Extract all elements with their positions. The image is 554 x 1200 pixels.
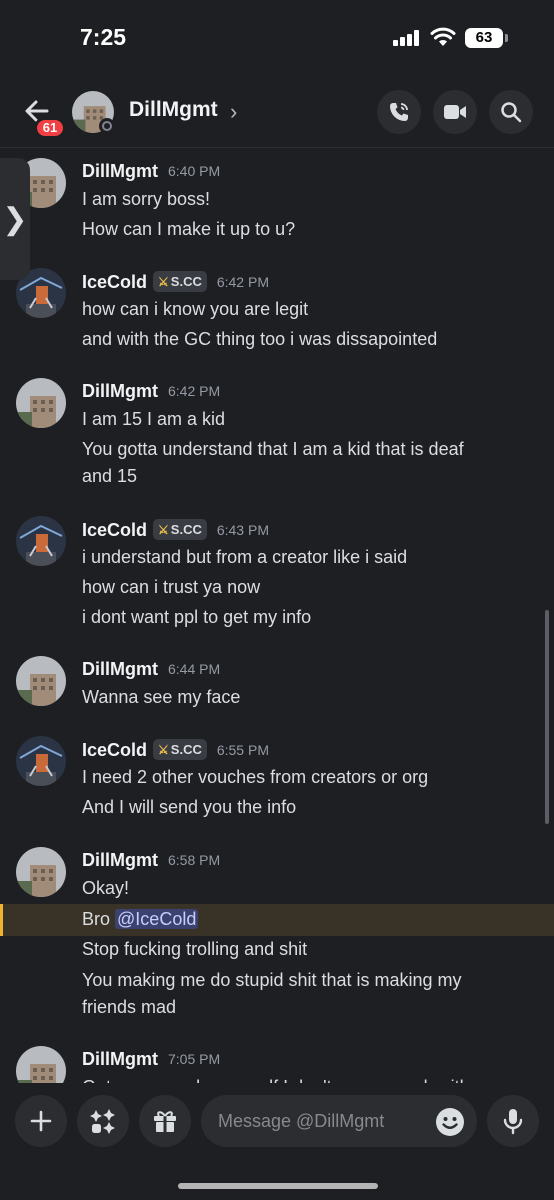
message-header: IceCold ⚔ S.CC 6:42 PM	[82, 271, 269, 293]
sword-icon: ⚔	[158, 743, 169, 757]
message-header: DillMgmt 6:58 PM	[82, 850, 220, 871]
author-name[interactable]: DillMgmt	[82, 381, 158, 401]
sword-icon: ⚔	[158, 275, 169, 289]
chat-header: 61 DillMgmt ›	[0, 76, 554, 148]
message-timestamp: 6:42 PM	[168, 383, 221, 399]
wifi-icon	[430, 27, 456, 46]
author-name[interactable]: IceCold	[82, 272, 147, 292]
video-call-button[interactable]	[433, 90, 477, 134]
server-tag[interactable]: ⚔ S.CC	[153, 271, 207, 292]
emoji-icon[interactable]	[435, 1107, 465, 1137]
drawer-handle[interactable]: ❯	[0, 158, 30, 280]
message-header: DillMgmt 6:44 PM	[82, 659, 220, 680]
apps-button[interactable]	[77, 1095, 129, 1147]
message-text: i dont want ppl to get my info	[82, 607, 312, 627]
voice-message-button[interactable]	[487, 1095, 539, 1147]
message-header: IceCold ⚔ S.CC 6:43 PM	[82, 519, 269, 541]
message-text: How can I make it up to u?	[82, 219, 296, 239]
avatar[interactable]	[16, 516, 66, 566]
message-text: how can i know you are legit	[82, 299, 309, 319]
apps-icon	[90, 1109, 115, 1134]
author-name[interactable]: IceCold	[82, 520, 147, 540]
channel-name[interactable]: DillMgmt	[129, 98, 218, 122]
message-text: and with the GC thing too i was dissapoi…	[82, 329, 438, 349]
message-timestamp: 6:43 PM	[216, 522, 269, 538]
server-tag-label: S.CC	[170, 742, 202, 757]
author-name[interactable]: IceCold	[82, 740, 147, 760]
message-header: IceCold ⚔ S.CC 6:55 PM	[82, 739, 269, 761]
message-text: and 15	[82, 466, 138, 486]
microphone-icon	[503, 1109, 523, 1135]
video-icon	[444, 105, 466, 119]
battery-tip	[505, 34, 508, 42]
avatar[interactable]	[16, 1046, 66, 1083]
message-text: Okay!	[82, 878, 130, 898]
message-timestamp: 6:55 PM	[216, 742, 269, 758]
message-timestamp: 6:42 PM	[216, 274, 269, 290]
message-text: I need 2 other vouches from creators or …	[82, 767, 429, 787]
status-time: 7:25	[80, 24, 127, 50]
author-name[interactable]: DillMgmt	[82, 1049, 158, 1069]
user-mention[interactable]: @IceCold	[115, 909, 199, 929]
message-text: I am sorry boss!	[82, 189, 211, 209]
offline-status-indicator	[99, 118, 115, 134]
home-indicator[interactable]	[178, 1183, 378, 1189]
avatar[interactable]	[16, 847, 66, 897]
avatar[interactable]	[16, 378, 66, 428]
author-name[interactable]: DillMgmt	[82, 659, 158, 679]
avatar[interactable]	[16, 736, 66, 786]
message-text: Get your people yourself I don't wanna w…	[82, 1074, 522, 1083]
server-tag[interactable]: ⚔ S.CC	[153, 739, 207, 760]
message-timestamp: 6:40 PM	[168, 163, 221, 179]
message-text: Bro @IceCold	[82, 906, 522, 933]
plus-icon	[30, 1110, 52, 1132]
server-tag-label: S.CC	[170, 274, 202, 289]
message-text: Stop fucking trolling and shit	[82, 939, 308, 959]
server-tag[interactable]: ⚔ S.CC	[153, 519, 207, 540]
message-text-prefix: Bro	[82, 909, 111, 929]
message-text: Wanna see my face	[82, 687, 241, 707]
gift-icon	[154, 1111, 176, 1132]
message-timestamp: 6:58 PM	[168, 852, 221, 868]
search-button[interactable]	[489, 90, 533, 134]
phone-icon	[390, 103, 408, 121]
message-timestamp: 6:44 PM	[168, 661, 221, 677]
message-text: i understand but from a creator like i s…	[82, 547, 408, 567]
cell-signal-icon	[393, 30, 421, 46]
message-text: I am 15 I am a kid	[82, 409, 226, 429]
scrollbar[interactable]	[545, 610, 549, 824]
unread-count-badge: 61	[34, 117, 66, 139]
message-composer: Message @DillMgmt	[0, 1083, 554, 1200]
message-list[interactable]: DillMgmt 6:40 PM I am sorry boss! How can…	[0, 149, 554, 1083]
attach-button[interactable]	[15, 1095, 67, 1147]
message-header: DillMgmt 6:42 PM	[82, 381, 220, 402]
server-tag-label: S.CC	[170, 522, 202, 537]
battery-level: 63	[465, 28, 503, 48]
avatar[interactable]	[16, 656, 66, 706]
gift-button[interactable]	[139, 1095, 191, 1147]
message-text: You making me do stupid shit that is mak…	[82, 970, 462, 990]
author-name[interactable]: DillMgmt	[82, 850, 158, 870]
author-name[interactable]: DillMgmt	[82, 161, 158, 181]
status-bar: 7:25 63	[0, 0, 554, 76]
message-text: You gotta understand that I am a kid tha…	[82, 439, 464, 459]
message-text: how can i trust ya now	[82, 577, 261, 597]
message-timestamp: 7:05 PM	[168, 1051, 221, 1067]
message-text: And I will send you the info	[82, 797, 297, 817]
message-header: DillMgmt 6:40 PM	[82, 161, 220, 182]
message-header: DillMgmt 7:05 PM	[82, 1049, 220, 1070]
message-text: friends mad	[82, 997, 177, 1017]
search-icon	[501, 102, 522, 123]
sword-icon: ⚔	[158, 523, 169, 537]
chevron-right-icon[interactable]: ›	[230, 99, 237, 125]
voice-call-button[interactable]	[377, 90, 421, 134]
